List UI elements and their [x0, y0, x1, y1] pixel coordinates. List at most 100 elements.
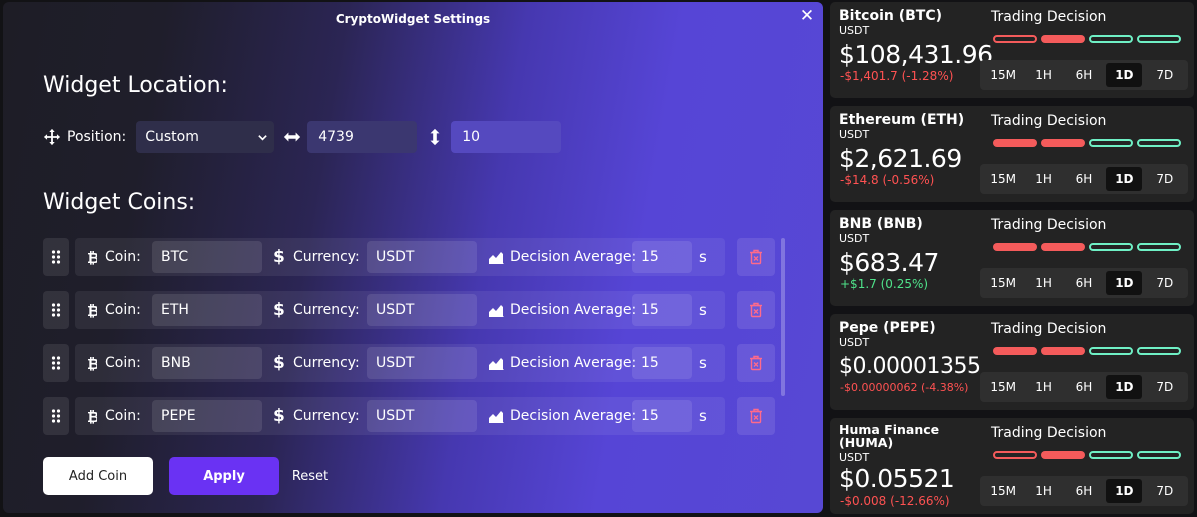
drag-handle[interactable]: [43, 397, 69, 435]
timeframe-7d[interactable]: 7D: [1147, 479, 1183, 503]
quote-currency: USDT: [839, 24, 870, 37]
timeframe-7d[interactable]: 7D: [1147, 271, 1183, 295]
decision-bar: [993, 347, 1037, 355]
y-position-input[interactable]: 10: [451, 121, 562, 153]
add-coin-button[interactable]: Add Coin: [43, 457, 153, 495]
decision-bars: [993, 243, 1181, 251]
timeframe-15m[interactable]: 15M: [985, 63, 1021, 87]
coin-input[interactable]: BTC: [152, 241, 262, 273]
timeframe-selector: 15M 1H 6H 1D 7D: [980, 164, 1188, 194]
decision-average-input[interactable]: 15: [632, 241, 692, 273]
timeframe-1h[interactable]: 1H: [1026, 271, 1062, 295]
decision-average-label: Decision Average:: [510, 408, 637, 424]
horizontal-arrows-icon: [284, 132, 301, 142]
trading-decision-label: Trading Decision: [991, 9, 1107, 25]
timeframe-1h[interactable]: 1H: [1026, 375, 1062, 399]
quote-currency: USDT: [839, 336, 870, 349]
delete-coin-button[interactable]: [737, 344, 775, 382]
timeframe-1d[interactable]: 1D: [1106, 375, 1143, 399]
coin-widget: Huma Finance (HUMA) USDT $0.05521 -$0.00…: [830, 418, 1194, 514]
coin-name: Huma Finance (HUMA): [839, 422, 940, 450]
timeframe-6h[interactable]: 6H: [1066, 271, 1102, 295]
coin-input[interactable]: BNB: [152, 347, 262, 379]
currency-input[interactable]: USDT: [367, 400, 477, 432]
decision-bar: [1041, 35, 1085, 43]
price-change: -$0.008 (-12.66%): [840, 494, 950, 508]
timeframe-1d[interactable]: 1D: [1106, 479, 1143, 503]
coin-row: ₿ Coin: BTC $ Currency: USDT Decision Av…: [43, 238, 775, 276]
coin-name: BNB (BNB): [839, 216, 923, 232]
timeframe-1d[interactable]: 1D: [1106, 271, 1143, 295]
timeframe-1h[interactable]: 1H: [1026, 479, 1062, 503]
timeframe-7d[interactable]: 7D: [1147, 167, 1183, 191]
delete-coin-button[interactable]: [737, 291, 775, 329]
chevron-down-icon: [258, 134, 267, 141]
timeframe-1d[interactable]: 1D: [1106, 167, 1143, 191]
timeframe-1h[interactable]: 1H: [1026, 167, 1062, 191]
quote-currency: USDT: [839, 232, 870, 245]
decision-bars: [993, 451, 1181, 459]
coin-card: ₿ Coin: BTC $ Currency: USDT Decision Av…: [75, 238, 725, 276]
drag-dots-icon: [51, 303, 61, 317]
coin-label: Coin:: [105, 249, 141, 265]
coins-scrollbar[interactable]: [781, 238, 785, 396]
price-change: -$14.8 (-0.56%): [840, 173, 935, 187]
svg-text:₿: ₿: [87, 409, 97, 424]
timeframe-6h[interactable]: 6H: [1066, 167, 1102, 191]
coin-row: ₿ Coin: BNB $ Currency: USDT Decision Av…: [43, 344, 775, 382]
seconds-unit: s: [699, 301, 707, 319]
timeframe-6h[interactable]: 6H: [1066, 479, 1102, 503]
bitcoin-icon: ₿: [87, 291, 97, 329]
timeframe-15m[interactable]: 15M: [985, 167, 1021, 191]
timeframe-selector: 15M 1H 6H 1D 7D: [980, 476, 1188, 506]
delete-coin-button[interactable]: [737, 238, 775, 276]
price-change: +$1.7 (0.25%): [840, 277, 929, 291]
settings-modal: CryptoWidget Settings ✕ Widget Location:…: [3, 2, 823, 513]
bitcoin-icon: ₿: [87, 397, 97, 435]
position-select[interactable]: Custom: [136, 121, 275, 153]
timeframe-15m[interactable]: 15M: [985, 271, 1021, 295]
coin-input[interactable]: PEPE: [152, 400, 262, 432]
coin-input[interactable]: ETH: [152, 294, 262, 326]
timeframe-selector: 15M 1H 6H 1D 7D: [980, 372, 1188, 402]
timeframe-6h[interactable]: 6H: [1066, 63, 1102, 87]
x-position-input[interactable]: 4739: [307, 121, 418, 153]
decision-bar: [1089, 139, 1133, 147]
currency-input[interactable]: USDT: [367, 241, 477, 273]
close-button[interactable]: ✕: [799, 8, 815, 25]
coin-price: $0.00001355: [839, 354, 981, 379]
reset-button[interactable]: Reset: [287, 457, 333, 495]
timeframe-1d[interactable]: 1D: [1106, 63, 1143, 87]
timeframe-15m[interactable]: 15M: [985, 479, 1021, 503]
timeframe-selector: 15M 1H 6H 1D 7D: [980, 60, 1188, 90]
timeframe-15m[interactable]: 15M: [985, 375, 1021, 399]
currency-label: Currency:: [293, 249, 360, 265]
decision-average-input[interactable]: 15: [632, 400, 692, 432]
apply-button[interactable]: Apply: [169, 457, 279, 495]
currency-input[interactable]: USDT: [367, 294, 477, 326]
decision-average-input[interactable]: 15: [632, 347, 692, 379]
trash-icon: [750, 355, 762, 371]
delete-coin-button[interactable]: [737, 397, 775, 435]
timeframe-1h[interactable]: 1H: [1026, 63, 1062, 87]
decision-average-input[interactable]: 15: [632, 294, 692, 326]
coin-price: $0.05521: [839, 464, 955, 493]
currency-input[interactable]: USDT: [367, 347, 477, 379]
trash-icon: [750, 408, 762, 424]
timeframe-7d[interactable]: 7D: [1147, 63, 1183, 87]
price-change: -$1,401.7 (-1.28%): [840, 69, 954, 83]
currency-label: Currency:: [293, 355, 360, 371]
coin-label: Coin:: [105, 355, 141, 371]
drag-handle[interactable]: [43, 291, 69, 329]
timeframe-7d[interactable]: 7D: [1147, 375, 1183, 399]
drag-handle[interactable]: [43, 344, 69, 382]
coin-price: $108,431.96: [839, 40, 993, 69]
timeframe-6h[interactable]: 6H: [1066, 375, 1102, 399]
svg-text:₿: ₿: [87, 250, 97, 265]
trading-decision-label: Trading Decision: [991, 217, 1107, 233]
decision-bar: [1089, 35, 1133, 43]
seconds-unit: s: [699, 248, 707, 266]
position-select-value: Custom: [145, 129, 199, 145]
drag-handle[interactable]: [43, 238, 69, 276]
dollar-icon: $: [273, 353, 285, 373]
